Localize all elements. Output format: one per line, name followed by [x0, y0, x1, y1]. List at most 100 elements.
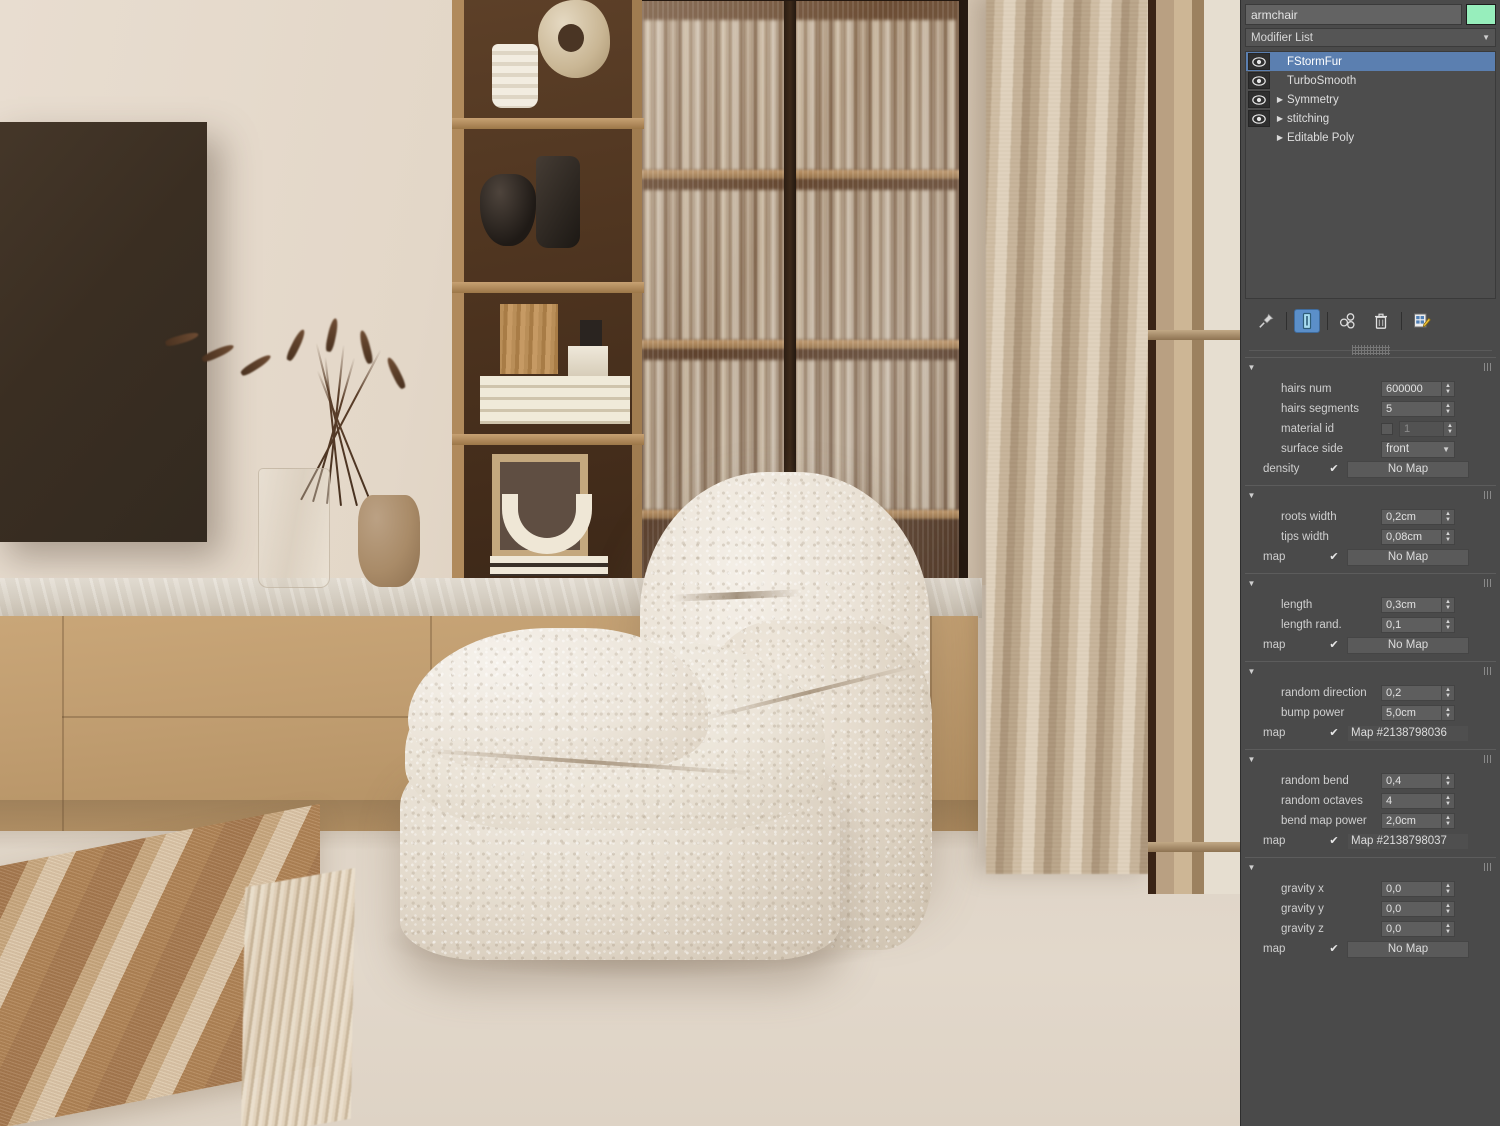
spinner-arrows-icon[interactable]: ▲ ▼ [1441, 706, 1454, 720]
spinner-arrows-icon[interactable]: ▲ ▼ [1441, 686, 1454, 700]
rollout-body: random bend 0,4 ▲ ▼ random octaves 4 ▲ ▼ bend ma… [1245, 769, 1496, 857]
make-unique-icon[interactable] [1335, 309, 1361, 333]
spinner-arrows-icon[interactable]: ▲ ▼ [1443, 422, 1456, 436]
rollout-header[interactable]: ▼ [1245, 750, 1496, 769]
expand-triangle-icon[interactable]: ▶ [1273, 95, 1287, 104]
parameter-label: length [1281, 599, 1313, 611]
value-spinner[interactable]: 4 ▲ ▼ [1381, 793, 1455, 809]
spinner-arrows-icon[interactable]: ▲ ▼ [1441, 618, 1454, 632]
surface-side-dropdown[interactable]: front ▼ [1381, 440, 1455, 458]
visibility-eye-icon[interactable] [1248, 53, 1270, 70]
configure-sets-icon[interactable] [1409, 309, 1435, 333]
spinner-value: 0,08cm [1386, 531, 1423, 543]
panel-resize-grip[interactable] [1249, 345, 1492, 355]
spinner-arrows-icon[interactable]: ▲ ▼ [1441, 530, 1454, 544]
visibility-eye-icon[interactable] [1248, 91, 1270, 108]
parameter-rollouts: ▼ hairs num 600000 ▲ ▼ hairs segments 5 ▲ ▼ mater… [1241, 357, 1500, 1126]
map-enable-checkmark-icon[interactable]: ✔ [1328, 551, 1340, 563]
rollout-section: ▼ hairs num 600000 ▲ ▼ hairs segments 5 ▲ ▼ mater… [1245, 357, 1496, 485]
value-spinner[interactable]: 5 ▲ ▼ [1381, 401, 1455, 417]
spinner-value: 0,4 [1386, 775, 1402, 787]
rollout-header[interactable]: ▼ [1245, 574, 1496, 593]
parameter-row: random bend 0,4 ▲ ▼ [1245, 771, 1496, 791]
value-spinner[interactable]: 0,0 ▲ ▼ [1381, 881, 1455, 897]
expand-triangle-icon[interactable]: ▶ [1273, 133, 1287, 142]
rollout-header[interactable]: ▼ [1245, 358, 1496, 377]
expand-triangle-icon[interactable]: ▶ [1273, 114, 1287, 123]
parameter-row: material id 1 ▲ ▼ [1245, 419, 1496, 439]
render-viewport[interactable] [0, 0, 1240, 1126]
parameter-row: map ✔ No Map [1245, 939, 1496, 959]
modifier-name-label: stitching [1287, 112, 1330, 125]
value-spinner[interactable]: 0,0 ▲ ▼ [1381, 901, 1455, 917]
value-spinner[interactable]: 2,0cm ▲ ▼ [1381, 813, 1455, 829]
modifier-list-dropdown[interactable]: Modifier List ▼ [1245, 28, 1496, 47]
object-color-swatch[interactable] [1466, 4, 1496, 25]
value-spinner[interactable]: 0,0 ▲ ▼ [1381, 921, 1455, 937]
spinner-value: 2,0cm [1386, 815, 1416, 827]
visibility-eye-icon[interactable] [1248, 110, 1270, 127]
spinner-arrows-icon[interactable]: ▲ ▼ [1441, 510, 1454, 524]
rollout-header[interactable]: ▼ [1245, 662, 1496, 681]
modifier-stack-list[interactable]: ▶FStormFur▶TurboSmooth▶Symmetry▶stitchin… [1245, 51, 1496, 299]
value-spinner[interactable]: 0,2 ▲ ▼ [1381, 685, 1455, 701]
grip-dots-icon [1351, 345, 1390, 355]
parameter-row: hairs num 600000 ▲ ▼ [1245, 379, 1496, 399]
rug-fringe [240, 867, 356, 1126]
material-id-checkbox[interactable] [1381, 423, 1393, 435]
spinner-arrows-icon[interactable]: ▲ ▼ [1441, 794, 1454, 808]
modifier-stack-item[interactable]: ▶ stitching [1246, 109, 1495, 128]
map-slot-button[interactable]: Map #2138798036 [1347, 724, 1469, 742]
show-end-result-icon[interactable] [1294, 309, 1320, 333]
value-spinner[interactable]: 5,0cm ▲ ▼ [1381, 705, 1455, 721]
parameter-row: map ✔ Map #2138798036 [1245, 723, 1496, 743]
rollout-caret-icon: ▼ [1247, 363, 1256, 372]
map-enable-checkmark-icon[interactable]: ✔ [1328, 463, 1340, 475]
modifier-name-label: FStormFur [1287, 55, 1342, 68]
rollout-caret-icon: ▼ [1247, 667, 1256, 676]
clay-vase [358, 495, 420, 587]
rollout-header[interactable]: ▼ [1245, 486, 1496, 505]
rollout-section: ▼ roots width 0,2cm ▲ ▼ tips width 0,08cm ▲ ▼ map… [1245, 485, 1496, 573]
value-spinner[interactable]: 0,08cm ▲ ▼ [1381, 529, 1455, 545]
map-enable-checkmark-icon[interactable]: ✔ [1328, 727, 1340, 739]
value-spinner[interactable]: 0,3cm ▲ ▼ [1381, 597, 1455, 613]
parameter-label: density [1263, 463, 1300, 475]
spinner-arrows-icon[interactable]: ▲ ▼ [1441, 922, 1454, 936]
parameter-label: map [1263, 943, 1286, 955]
map-slot-label: Map #2138798036 [1351, 727, 1447, 739]
trash-icon[interactable] [1368, 309, 1394, 333]
spinner-arrows-icon[interactable]: ▲ ▼ [1441, 882, 1454, 896]
map-slot-button[interactable]: Map #2138798037 [1347, 832, 1469, 850]
value-spinner[interactable]: 600000 ▲ ▼ [1381, 381, 1455, 397]
spinner-arrows-icon[interactable]: ▲ ▼ [1441, 598, 1454, 612]
value-spinner[interactable]: 1 ▲ ▼ [1399, 421, 1457, 437]
modifier-stack-item[interactable]: ▶ Symmetry [1246, 90, 1495, 109]
value-spinner[interactable]: 0,1 ▲ ▼ [1381, 617, 1455, 633]
map-slot-button[interactable]: No Map [1347, 636, 1469, 654]
spinner-arrows-icon[interactable]: ▲ ▼ [1441, 402, 1454, 416]
rollout-grip-icon [1484, 863, 1493, 871]
pin-stack-icon[interactable] [1253, 309, 1279, 333]
spinner-arrows-icon[interactable]: ▲ ▼ [1441, 902, 1454, 916]
map-slot-button[interactable]: No Map [1347, 548, 1469, 566]
map-enable-checkmark-icon[interactable]: ✔ [1328, 943, 1340, 955]
rollout-caret-icon: ▼ [1247, 755, 1256, 764]
map-slot-button[interactable]: No Map [1347, 460, 1469, 478]
object-name-input[interactable] [1245, 4, 1462, 25]
modifier-stack-item[interactable]: ▶TurboSmooth [1246, 71, 1495, 90]
spinner-arrows-icon[interactable]: ▲ ▼ [1441, 382, 1454, 396]
spinner-value: 0,1 [1386, 619, 1402, 631]
value-spinner[interactable]: 0,4 ▲ ▼ [1381, 773, 1455, 789]
spinner-arrows-icon[interactable]: ▲ ▼ [1441, 774, 1454, 788]
spinner-arrows-icon[interactable]: ▲ ▼ [1441, 814, 1454, 828]
parameter-row: random octaves 4 ▲ ▼ [1245, 791, 1496, 811]
value-spinner[interactable]: 0,2cm ▲ ▼ [1381, 509, 1455, 525]
visibility-eye-icon[interactable] [1248, 72, 1270, 89]
map-slot-button[interactable]: No Map [1347, 940, 1469, 958]
map-enable-checkmark-icon[interactable]: ✔ [1328, 835, 1340, 847]
map-enable-checkmark-icon[interactable]: ✔ [1328, 639, 1340, 651]
rollout-header[interactable]: ▼ [1245, 858, 1496, 877]
modifier-stack-item[interactable]: ▶ Editable Poly [1246, 128, 1495, 147]
modifier-stack-item[interactable]: ▶FStormFur [1246, 52, 1495, 71]
